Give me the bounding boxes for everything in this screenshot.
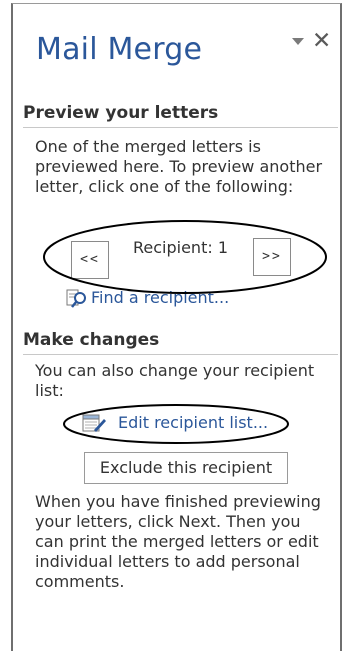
annotation-ellipse-edit-list: [63, 404, 289, 444]
changes-description: You can also change your recipient list:: [35, 361, 315, 400]
finish-instructions: When you have finished previewing your l…: [35, 492, 321, 591]
exclude-recipient-button[interactable]: Exclude this recipient: [84, 452, 288, 484]
annotation-ellipse-recipient: [43, 220, 327, 294]
preview-section-heading: Preview your letters: [23, 103, 338, 128]
task-pane-options-icon[interactable]: [292, 38, 304, 45]
preview-description: One of the merged letters is previewed h…: [35, 137, 323, 196]
pane-title: Mail Merge: [36, 32, 203, 67]
changes-section-heading: Make changes: [23, 330, 338, 355]
close-icon[interactable]: ✕: [312, 30, 331, 53]
